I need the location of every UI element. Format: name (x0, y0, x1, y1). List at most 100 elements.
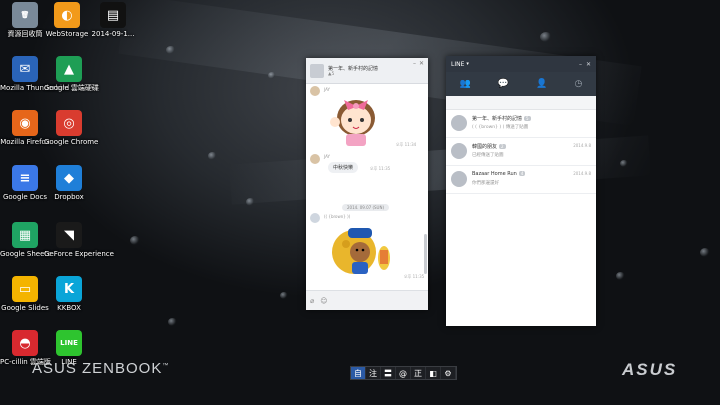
water-drop (616, 272, 625, 280)
desktop-icon[interactable]: ✉ Mozilla Thunderbird (0, 56, 70, 92)
sender-avatar (310, 154, 320, 164)
chat-footer: ⌀ ☺ (306, 290, 428, 310)
recycle-bin-icon: 🗑 (12, 2, 38, 28)
water-drop (130, 236, 140, 245)
desktop-icon-label: Google 雲端硬碟 (44, 84, 99, 92)
ime-button[interactable]: 〓 (381, 367, 396, 379)
member-count-badge: 4 (518, 171, 526, 176)
water-drop (166, 46, 176, 54)
desktop-icon-label: Google Chrome (44, 138, 99, 146)
water-drop (208, 152, 217, 160)
desktop-icon-label: Google Sheets (0, 250, 51, 258)
add-friend-tab-icon[interactable]: 👤 (536, 79, 547, 89)
desktop-icon[interactable]: ▲ Google 雲端硬碟 (44, 56, 99, 92)
message-time: 오후 11:34 (396, 142, 417, 147)
ime-button[interactable]: ◧ (426, 367, 441, 379)
group-avatar (310, 63, 324, 78)
line-chat-window[interactable]: 第一年、新手村的記憶 ▲5 – ✕ JAY 오후 11:34 JAY 中秋快樂 … (306, 58, 428, 310)
chat-scrollbar[interactable] (424, 234, 427, 274)
close-icon[interactable]: ✕ (586, 61, 591, 68)
line-main-window[interactable]: LINE ▾ – ✕ 👥 💬 👤 ◷ 第一年、新手村的記憶 5 ( ( {brown… (446, 56, 596, 326)
desktop-icon[interactable]: ◉ Mozilla Firefox (0, 110, 50, 146)
desktop-icon[interactable]: ≡ Google Docs (0, 165, 50, 201)
screenshot-file-icon: ▤ (100, 2, 126, 28)
chat-name: 韓國的朋友 2 (472, 144, 506, 150)
line-app-icon: LINE (56, 330, 82, 356)
chat-name: 第一年、新手村的記憶 5 (472, 116, 531, 122)
chat-list-item[interactable]: 韓國的朋友 2 已經傳送了貼圖 2014.9.8 (446, 138, 596, 166)
ime-button[interactable]: 注 (366, 367, 381, 379)
ime-button[interactable]: 正 (411, 367, 426, 379)
line-title[interactable]: LINE (451, 61, 464, 68)
asus-logo: ASUS (622, 360, 678, 379)
chat-messages[interactable]: JAY 오후 11:34 JAY 中秋快樂 오후 11:35 2014. 09.… (306, 84, 428, 290)
timeline-tab-icon[interactable]: ◷ (575, 79, 583, 89)
water-drop (620, 160, 628, 167)
asus-zenbook-logo: ASUS ZENBOOK™ (32, 360, 170, 377)
webstorage-icon: ◐ (54, 2, 80, 28)
chat-avatar (451, 143, 467, 159)
message-time: 오후 11:35 (404, 274, 425, 279)
girl-sticker[interactable] (326, 92, 386, 148)
desktop-icon[interactable]: ▭ Google Slides (0, 276, 50, 312)
sender-avatar (310, 213, 320, 223)
chat-time: 2014.9.8 (573, 171, 591, 176)
desktop-icon-label: WebStorage (45, 30, 89, 38)
desktop-icon-label: Mozilla Thunderbird (0, 84, 70, 92)
desktop-icon-label: Google Slides (1, 304, 49, 312)
desktop-icon[interactable]: ◥ GeForce Experience (44, 222, 114, 258)
sticker-caption: (( {brown} )) (324, 214, 351, 219)
paperclip-icon[interactable]: ⌀ (310, 297, 314, 305)
close-icon[interactable]: ✕ (419, 60, 424, 67)
kkbox-icon: K (56, 276, 82, 302)
message-bubble[interactable]: 中秋快樂 (328, 162, 359, 173)
chat-avatar (451, 115, 467, 131)
dropbox-icon: ◆ (56, 165, 82, 191)
moon-bear-sticker[interactable] (328, 222, 394, 280)
firefox-icon: ◉ (12, 110, 38, 136)
chat-avatar (451, 171, 467, 187)
member-count-badge: 5 (524, 116, 531, 121)
ime-button[interactable]: ⚙ (441, 367, 456, 379)
chat-header: 第一年、新手村的記憶 ▲5 – ✕ (306, 58, 428, 84)
sender-avatar (310, 86, 320, 96)
desktop-icon[interactable]: ◎ Google Chrome (44, 110, 99, 146)
ime-button[interactable]: @ (396, 367, 411, 379)
chats-tab-icon[interactable]: 💬 (498, 79, 509, 89)
chat-list-item[interactable]: Bazaar Home Run 4 你們那邊還好 2014.9.8 (446, 166, 596, 194)
minimize-icon[interactable]: – (413, 60, 416, 67)
desktop-icon[interactable]: ▦ Google Sheets (0, 222, 51, 258)
water-drop (168, 318, 177, 326)
chevron-down-icon[interactable]: ▾ (466, 61, 469, 67)
chat-list-item[interactable]: 第一年、新手村的記憶 5 ( ( {brown} ) ) 傳送了貼圖 (446, 110, 596, 138)
desktop-icon[interactable]: ▤ 2014-09-1... (88, 2, 138, 38)
chat-title: 第一年、新手村的記憶 (328, 65, 379, 72)
desktop-icon[interactable]: ◐ WebStorage (42, 2, 92, 38)
geforce-icon: ◥ (56, 222, 82, 248)
google-slides-icon: ▭ (12, 276, 38, 302)
water-drop (700, 248, 710, 257)
search-bar[interactable] (446, 96, 596, 110)
water-drop (280, 292, 288, 299)
emoticon-icon[interactable]: ☺ (320, 297, 327, 305)
friends-tab-icon[interactable]: 👥 (460, 79, 471, 89)
minimize-icon[interactable]: – (579, 61, 582, 68)
water-drop (540, 32, 552, 42)
desktop-icon[interactable]: ◆ Dropbox (44, 165, 94, 201)
desktop-icon-label: Dropbox (54, 193, 84, 201)
desktop-icon-label: Mozilla Firefox (0, 138, 50, 146)
desktop-icon-label: KKBOX (57, 304, 81, 312)
chat-list: 第一年、新手村的記憶 5 ( ( {brown} ) ) 傳送了貼圖 韓國的朋友 2 已經… (446, 110, 596, 194)
message-time: 오후 11:35 (370, 166, 391, 171)
chat-preview: 你們那邊還好 (472, 181, 499, 186)
ime-button[interactable]: 自 (351, 367, 366, 379)
chat-time: 2014.9.8 (573, 143, 591, 148)
google-sheets-icon: ▦ (12, 222, 38, 248)
line-titlebar: LINE ▾ – ✕ (446, 56, 596, 72)
line-tabs: 👥 💬 👤 ◷ (446, 72, 596, 96)
member-count-badge: 2 (499, 144, 506, 149)
sender-name: JAY (324, 154, 330, 159)
thunderbird-icon: ✉ (12, 56, 38, 82)
desktop-icon-label: GeForce Experience (44, 250, 114, 258)
desktop-icon[interactable]: K KKBOX (44, 276, 94, 312)
